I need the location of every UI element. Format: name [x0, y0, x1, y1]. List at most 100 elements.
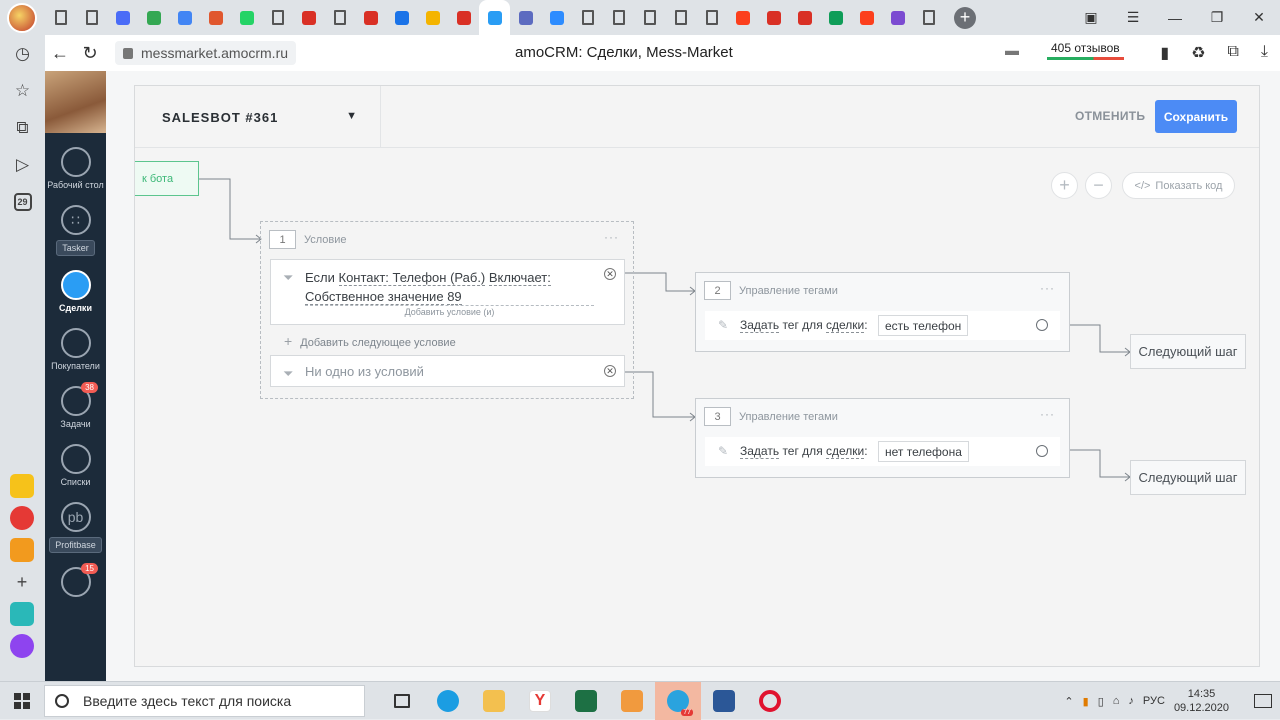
browser-tab-27[interactable]	[882, 0, 913, 35]
bot-selector[interactable]: SALESBOT #361 ▼	[135, 86, 381, 148]
browser-tab-1[interactable]	[76, 0, 107, 35]
rule-value[interactable]: Собственное значение	[305, 289, 444, 305]
cancel-button[interactable]: ОТМЕНИТЬ	[1075, 109, 1145, 123]
word-app[interactable]	[701, 682, 747, 720]
nav-item-2[interactable]: Сделки	[45, 270, 106, 314]
remove-condition-icon[interactable]: ✕	[604, 365, 616, 377]
action-verb[interactable]: Задать	[740, 318, 780, 333]
action-target[interactable]: сделки	[826, 444, 865, 459]
remove-condition-icon[interactable]: ✕	[604, 268, 616, 280]
condition-rule[interactable]: ⏷ Если Контакт: Телефон (Раб.) Включает:…	[270, 259, 625, 325]
browser-tab-22[interactable]	[727, 0, 758, 35]
more-icon[interactable]: ···	[604, 230, 619, 244]
tag-node-2[interactable]: 2 Управление тегами ··· ✎ Задать тег для…	[695, 272, 1070, 352]
browser-tab-5[interactable]	[200, 0, 231, 35]
close-button[interactable]: ✕	[1238, 9, 1280, 26]
browser-tab-16[interactable]	[541, 0, 572, 35]
language-indicator[interactable]: РУС	[1143, 695, 1165, 707]
opera-app[interactable]	[747, 682, 793, 720]
url-field[interactable]: messmarket.amocrm.ru	[115, 41, 297, 65]
browser-tab-28[interactable]	[913, 0, 944, 35]
browser-tab-18[interactable]	[603, 0, 634, 35]
action-verb[interactable]: Задать	[740, 444, 780, 459]
browser-tab-17[interactable]	[572, 0, 603, 35]
excel-app[interactable]	[563, 682, 609, 720]
network-icon[interactable]: ⌂	[1113, 695, 1120, 707]
taskbar-search[interactable]: Введите здесь текст для поиска	[44, 684, 365, 717]
reload-button[interactable]: ↻	[75, 43, 105, 64]
yandex-browser-app[interactable]: Y	[517, 682, 563, 720]
browser-tab-12[interactable]	[417, 0, 448, 35]
video-icon[interactable]: ▷	[0, 146, 45, 183]
menu-icon[interactable]: ☰	[1112, 9, 1154, 26]
browser-tab-4[interactable]	[169, 0, 200, 35]
start-node[interactable]: к бота	[135, 161, 199, 196]
alice-app-icon[interactable]	[10, 634, 34, 658]
new-tab-button[interactable]: +	[954, 6, 976, 29]
tag-node-3[interactable]: 3 Управление тегами ··· ✎ Задать тег для…	[695, 398, 1070, 478]
notifications-icon[interactable]	[1254, 694, 1272, 708]
chevron-up-icon[interactable]: ⌃	[1064, 695, 1073, 708]
bookmark-icon[interactable]: ▮	[1160, 43, 1169, 63]
zoom-in-button[interactable]: +	[1051, 172, 1078, 199]
tag-value[interactable]: нет телефона	[878, 441, 969, 462]
add-app-icon[interactable]: +	[10, 570, 34, 594]
browser-profile-avatar[interactable]	[7, 2, 37, 33]
browser-tab-19[interactable]	[634, 0, 665, 35]
market-app-icon[interactable]	[10, 474, 34, 498]
extensions-icon[interactable]: ⧉	[1227, 43, 1238, 63]
telegram-app[interactable]: 77	[655, 681, 701, 720]
browser-tab-26[interactable]	[851, 0, 882, 35]
browser-tab-9[interactable]	[324, 0, 355, 35]
browser-tab-11[interactable]	[386, 0, 417, 35]
start-button[interactable]	[0, 692, 44, 709]
tag-action-row[interactable]: ✎ Задать тег для сделки: есть телефон	[705, 311, 1060, 340]
bookmarks-star-icon[interactable]: ☆	[0, 72, 45, 109]
reviews-widget[interactable]: ▬ 405 отзывов	[1005, 39, 1124, 60]
user-avatar[interactable]	[45, 71, 106, 133]
next-step-node[interactable]: Следующий шаг	[1130, 334, 1246, 369]
browser-tab-20[interactable]	[665, 0, 696, 35]
tag-value[interactable]: есть телефон	[878, 315, 969, 336]
task-view-button[interactable]	[379, 682, 425, 720]
nav-item-6[interactable]: pb Profitbase	[45, 502, 106, 553]
tag-action-row[interactable]: ✎ Задать тег для сделки: нет телефона	[705, 437, 1060, 466]
maps-app-icon[interactable]	[10, 506, 34, 530]
messenger-app-icon[interactable]	[10, 602, 34, 626]
more-icon[interactable]: ···	[1040, 281, 1055, 295]
save-button[interactable]: Сохранить	[1155, 100, 1237, 133]
browser-tab-6[interactable]	[231, 0, 262, 35]
clock[interactable]: 14:35 09.12.2020	[1174, 687, 1229, 715]
mic-icon[interactable]: ▯	[1098, 695, 1104, 708]
media-app[interactable]	[609, 682, 655, 720]
browser-tab-14[interactable]	[479, 0, 510, 35]
calendar-icon[interactable]: 29	[0, 183, 45, 220]
show-code-button[interactable]: </> Показать код	[1122, 172, 1235, 199]
action-target[interactable]: сделки	[826, 318, 865, 333]
browser-tab-21[interactable]	[696, 0, 727, 35]
nav-item-0[interactable]: Рабочий стол	[45, 147, 106, 191]
collections-icon[interactable]: ▣	[1070, 9, 1112, 26]
tabs-icon[interactable]: ⧉	[0, 109, 45, 146]
browser-tab-2[interactable]	[107, 0, 138, 35]
restore-button[interactable]: ❐	[1196, 9, 1238, 26]
explorer-app[interactable]	[471, 682, 517, 720]
nav-item-7[interactable]: 15	[45, 563, 106, 597]
rule-value-number[interactable]: 89	[447, 289, 462, 305]
browser-tab-0[interactable]	[45, 0, 76, 35]
recycle-icon[interactable]: ♻	[1191, 43, 1205, 63]
nav-item-1[interactable]: ∷ Tasker	[45, 205, 106, 256]
zoom-out-button[interactable]: −	[1085, 172, 1112, 199]
otherwise-rule[interactable]: ⏷ Ни одно из условий ✕	[270, 355, 625, 387]
nav-item-5[interactable]: Списки	[45, 444, 106, 488]
battery-icon[interactable]: ▮	[1083, 695, 1089, 708]
add-next-condition-link[interactable]: + Добавить следующее условие	[284, 333, 456, 349]
volume-icon[interactable]: ♪	[1128, 695, 1134, 707]
browser-tab-15[interactable]	[510, 0, 541, 35]
add-and-condition-link[interactable]: Добавить условие (и)	[305, 305, 594, 317]
condition-node[interactable]: 1 Условие ··· ⏷ Если Контакт: Телефон (Р…	[260, 221, 634, 399]
browser-tab-13[interactable]	[448, 0, 479, 35]
browser-tab-8[interactable]	[293, 0, 324, 35]
back-button[interactable]: ←	[45, 43, 75, 64]
nav-item-4[interactable]: 38 Задачи	[45, 382, 106, 430]
